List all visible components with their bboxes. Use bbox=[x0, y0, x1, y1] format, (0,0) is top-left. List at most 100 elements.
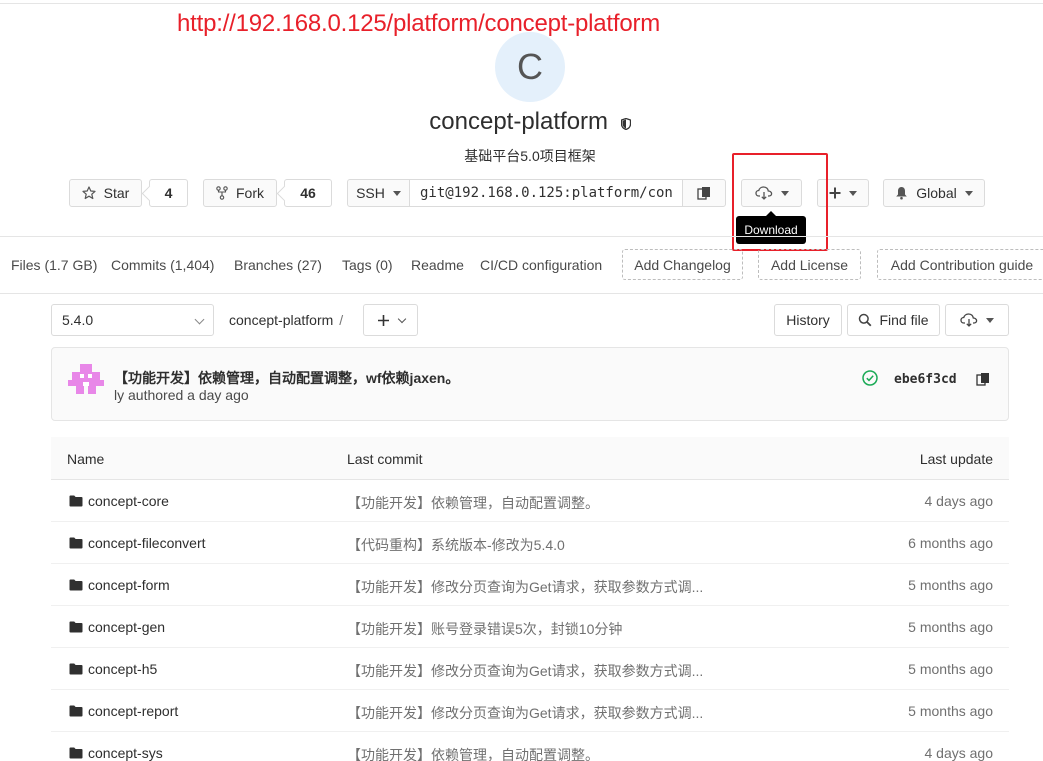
folder-icon bbox=[69, 578, 83, 591]
file-last-update: 5 months ago bbox=[908, 619, 993, 635]
pipeline-passed-icon[interactable] bbox=[862, 370, 878, 386]
folder-icon bbox=[69, 536, 83, 549]
folder-icon bbox=[69, 704, 83, 717]
nav-tags-link[interactable]: Tags (0) bbox=[342, 257, 393, 273]
add-changelog-button[interactable]: Add Changelog bbox=[622, 249, 743, 280]
header-name: Name bbox=[67, 451, 105, 467]
find-file-button[interactable]: Find file bbox=[847, 304, 940, 336]
header-last-update: Last update bbox=[919, 451, 993, 467]
project-name: concept-platform bbox=[429, 108, 609, 135]
file-commit-message-link[interactable]: 【功能开发】修改分页查询为Get请求，获取参数方式调... bbox=[347, 661, 703, 681]
file-last-update: 5 months ago bbox=[908, 703, 993, 719]
project-title: concept-platform bbox=[0, 108, 1043, 137]
breadcrumb-project-link[interactable]: concept-platform bbox=[229, 312, 333, 328]
caret-down-icon bbox=[964, 190, 973, 196]
file-name-link[interactable]: concept-fileconvert bbox=[88, 535, 206, 551]
file-commit-message-link[interactable]: 【功能开发】依赖管理，自动配置调整。 bbox=[347, 745, 599, 761]
notification-level-dropdown[interactable]: Global bbox=[883, 179, 985, 207]
repo-download-dropdown[interactable] bbox=[945, 304, 1009, 336]
file-last-update: 4 days ago bbox=[924, 745, 994, 761]
folder-icon bbox=[69, 494, 83, 507]
project-avatar: C bbox=[495, 32, 565, 102]
nav-files-link[interactable]: Files (1.7 GB) bbox=[11, 257, 97, 273]
project-description: 基础平台5.0项目框架 bbox=[464, 148, 596, 164]
file-name-link[interactable]: concept-form bbox=[88, 577, 170, 593]
file-last-update: 5 months ago bbox=[908, 577, 993, 593]
fork-button[interactable]: Fork bbox=[203, 179, 277, 207]
nav-branches-link[interactable]: Branches (27) bbox=[234, 257, 322, 273]
file-commit-message-link[interactable]: 【功能开发】账号登录错误5次，封锁10分钟 bbox=[347, 619, 622, 639]
clipboard-icon bbox=[697, 186, 711, 201]
file-last-update: 5 months ago bbox=[908, 661, 993, 677]
copy-sha-icon[interactable] bbox=[976, 372, 992, 388]
folder-icon bbox=[69, 662, 83, 675]
commit-sha[interactable]: ebe6f3cd bbox=[894, 372, 957, 387]
folder-icon bbox=[69, 620, 83, 633]
notification-level-label: Global bbox=[916, 185, 957, 201]
star-button[interactable]: Star bbox=[69, 179, 142, 207]
table-row[interactable]: concept-report 【功能开发】修改分页查询为Get请求，获取参数方式… bbox=[51, 690, 1009, 732]
nav-commits-link[interactable]: Commits (1,404) bbox=[111, 257, 214, 273]
file-name-link[interactable]: concept-h5 bbox=[88, 661, 157, 677]
clone-protocol-dropdown[interactable]: SSH bbox=[347, 179, 410, 207]
folder-icon bbox=[69, 746, 83, 759]
copy-clone-url-button[interactable] bbox=[682, 179, 726, 207]
visibility-shield-icon bbox=[620, 109, 631, 137]
plus-icon bbox=[377, 314, 390, 327]
project-avatar-letter: C bbox=[517, 46, 543, 87]
nav-cicd-link[interactable]: CI/CD configuration bbox=[480, 257, 602, 273]
breadcrumb-separator: / bbox=[339, 312, 344, 328]
find-file-label: Find file bbox=[879, 312, 929, 328]
chevron-down-icon bbox=[194, 314, 205, 325]
fork-label: Fork bbox=[236, 185, 264, 201]
caret-down-icon bbox=[986, 317, 994, 323]
last-commit-panel: 【功能开发】依赖管理，自动配置调整，wf依赖jaxen。 ly authored… bbox=[51, 347, 1009, 421]
file-last-update: 6 months ago bbox=[908, 535, 993, 551]
table-row[interactable]: concept-h5 【功能开发】修改分页查询为Get请求，获取参数方式调...… bbox=[51, 648, 1009, 690]
table-row[interactable]: concept-form 【功能开发】修改分页查询为Get请求，获取参数方式调.… bbox=[51, 564, 1009, 606]
clone-url-input[interactable]: git@192.168.0.125:platform/con bbox=[409, 179, 683, 207]
top-border bbox=[0, 0, 1043, 4]
file-name-link[interactable]: concept-core bbox=[88, 493, 169, 509]
last-commit-meta: ly authored a day ago bbox=[114, 387, 249, 403]
clone-protocol-label: SSH bbox=[356, 185, 385, 201]
file-tree-table: Name Last commit Last update concept-cor… bbox=[51, 437, 1009, 761]
bell-icon bbox=[895, 186, 908, 200]
search-icon bbox=[858, 313, 872, 327]
caret-down-icon bbox=[849, 190, 857, 196]
fork-count[interactable]: 46 bbox=[284, 179, 332, 207]
branch-name: 5.4.0 bbox=[62, 312, 94, 328]
file-name-link[interactable]: concept-gen bbox=[88, 619, 165, 635]
file-name-link[interactable]: concept-sys bbox=[88, 745, 163, 761]
star-count[interactable]: 4 bbox=[149, 179, 188, 207]
file-commit-message-link[interactable]: 【功能开发】依赖管理，自动配置调整。 bbox=[347, 493, 599, 513]
star-label: Star bbox=[103, 185, 130, 201]
table-row[interactable]: concept-sys 【功能开发】依赖管理，自动配置调整。 4 days ag… bbox=[51, 732, 1009, 761]
file-commit-message-link[interactable]: 【代码重构】系统版本-修改为5.4.0 bbox=[347, 535, 565, 555]
branch-selector[interactable]: 5.4.0 bbox=[51, 304, 214, 336]
file-commit-message-link[interactable]: 【功能开发】修改分页查询为Get请求，获取参数方式调... bbox=[347, 577, 703, 597]
annotation-url-label: http://192.168.0.125/platform/concept-pl… bbox=[177, 10, 661, 37]
add-contribution-guide-button[interactable]: Add Contribution guide bbox=[877, 249, 1043, 280]
nav-readme-link[interactable]: Readme bbox=[411, 257, 464, 273]
add-to-tree-dropdown[interactable] bbox=[363, 304, 418, 336]
file-last-update: 4 days ago bbox=[924, 493, 994, 509]
fork-icon bbox=[216, 186, 228, 200]
header-last-commit: Last commit bbox=[347, 451, 423, 467]
cloud-download-icon bbox=[960, 313, 978, 327]
table-row[interactable]: concept-gen 【功能开发】账号登录错误5次，封锁10分钟 5 mont… bbox=[51, 606, 1009, 648]
file-name-link[interactable]: concept-report bbox=[88, 703, 178, 719]
chevron-down-icon bbox=[397, 314, 406, 323]
history-button[interactable]: History bbox=[774, 304, 842, 336]
last-commit-title[interactable]: 【功能开发】依赖管理，自动配置调整，wf依赖jaxen。 bbox=[114, 368, 459, 388]
plus-icon bbox=[829, 187, 841, 199]
table-row[interactable]: concept-fileconvert 【代码重构】系统版本-修改为5.4.0 … bbox=[51, 522, 1009, 564]
breadcrumb: concept-platform / bbox=[229, 312, 343, 328]
star-icon bbox=[82, 186, 96, 200]
file-commit-message-link[interactable]: 【功能开发】修改分页查询为Get请求，获取参数方式调... bbox=[347, 703, 703, 723]
author-avatar[interactable] bbox=[68, 364, 104, 396]
caret-down-icon bbox=[392, 190, 401, 196]
add-license-button[interactable]: Add License bbox=[758, 249, 861, 280]
table-row[interactable]: concept-core 【功能开发】依赖管理，自动配置调整。 4 days a… bbox=[51, 480, 1009, 522]
file-table-header: Name Last commit Last update bbox=[51, 437, 1009, 480]
